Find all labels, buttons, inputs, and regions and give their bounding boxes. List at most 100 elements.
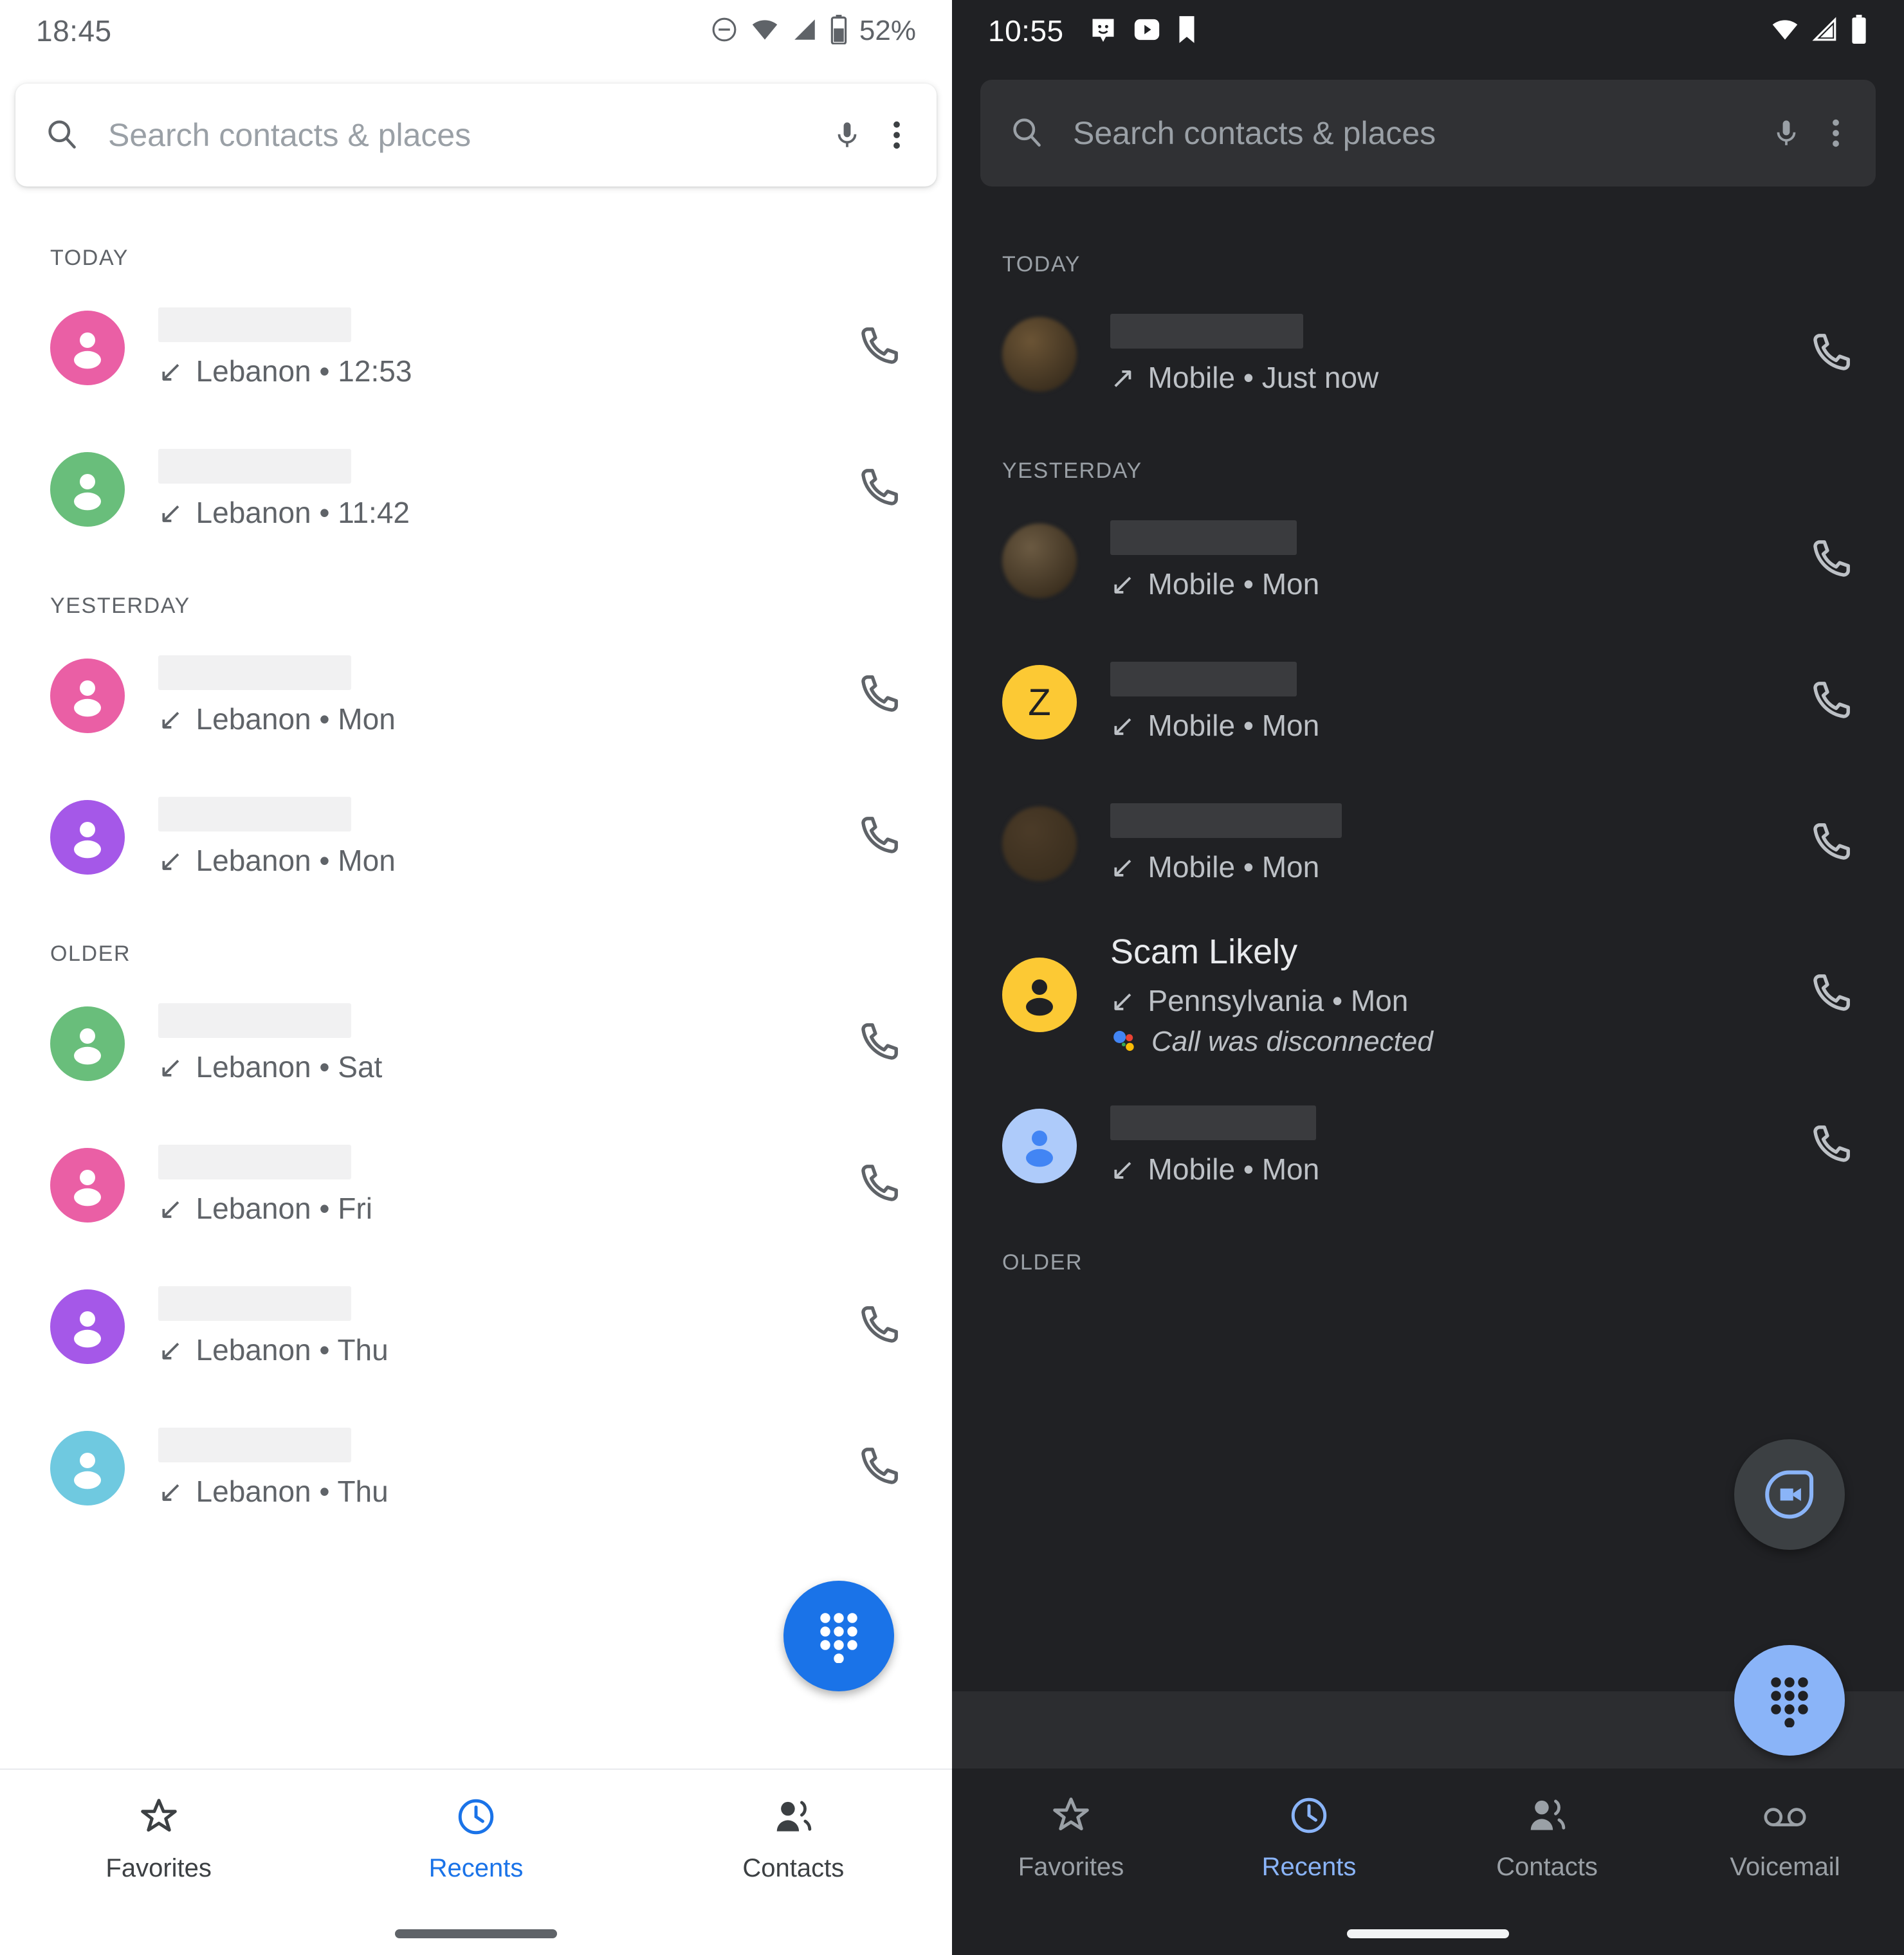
call-phone-icon bbox=[1813, 1125, 1850, 1162]
dialpad-fab[interactable] bbox=[783, 1581, 894, 1691]
signal-icon bbox=[791, 15, 818, 47]
call-log-row[interactable]: ↗ Mobile • Just now bbox=[952, 284, 1904, 425]
call-log-row[interactable]: ↙ Mobile • Mon bbox=[952, 773, 1904, 914]
call-log-row[interactable]: ↙ Lebanon • Sat bbox=[0, 973, 952, 1114]
nav-tab-contacts[interactable]: Contacts bbox=[635, 1796, 952, 1883]
search-input[interactable]: Search contacts & places bbox=[1073, 114, 1748, 152]
call-back-button[interactable] bbox=[844, 453, 913, 526]
incoming-call-arrow-icon: ↙ bbox=[1110, 984, 1135, 1018]
gesture-home-bar bbox=[1347, 1929, 1509, 1938]
call-log-row[interactable]: ↙ Lebanon • 11:42 bbox=[0, 419, 952, 560]
section-header: YESTERDAY bbox=[1002, 459, 1142, 483]
avatar[interactable] bbox=[1002, 1109, 1077, 1183]
call-back-button[interactable] bbox=[844, 1432, 913, 1505]
avatar[interactable] bbox=[50, 800, 125, 875]
call-log-row[interactable]: Scam Likely ↙ Pennsylvania • Mon Call was d… bbox=[952, 914, 1904, 1075]
nav-tab-label: Recents bbox=[1261, 1853, 1357, 1881]
duo-video-call-fab[interactable] bbox=[1734, 1439, 1845, 1550]
battery-icon bbox=[830, 14, 848, 48]
more-vert-icon[interactable] bbox=[885, 117, 908, 153]
avatar[interactable] bbox=[50, 311, 125, 385]
search-bar-light[interactable]: Search contacts & places bbox=[15, 84, 937, 186]
nav-tab-recents[interactable]: Recents bbox=[317, 1796, 634, 1883]
call-back-button[interactable] bbox=[1796, 808, 1865, 880]
call-back-button[interactable] bbox=[844, 312, 913, 385]
wifi-icon bbox=[750, 15, 780, 47]
call-log-row[interactable]: ↙ Lebanon • Thu bbox=[0, 1256, 952, 1397]
call-log-row[interactable]: ↙ Lebanon • Mon bbox=[0, 767, 952, 908]
call-location-time: Mobile • Mon bbox=[1148, 709, 1320, 742]
avatar[interactable] bbox=[1002, 958, 1077, 1032]
bottom-navigation-dark[interactable]: Favorites Recents Contacts Voicemail bbox=[952, 1769, 1904, 1955]
call-log-row[interactable]: Z ↙ Mobile • Mon bbox=[952, 632, 1904, 773]
dialpad-fab[interactable] bbox=[1734, 1645, 1845, 1756]
incoming-call-arrow-icon: ↙ bbox=[1110, 850, 1135, 884]
call-row-body: ↙ Lebanon • Mon bbox=[158, 655, 828, 736]
person-avatar-icon bbox=[74, 1453, 101, 1489]
light-theme-phone-screen: 18:45 52% Search contacts & places TODAY… bbox=[0, 0, 952, 1955]
microphone-icon[interactable] bbox=[1770, 115, 1802, 151]
call-back-button[interactable] bbox=[1796, 666, 1865, 739]
call-back-button[interactable] bbox=[844, 660, 913, 732]
avatar-photo[interactable] bbox=[1002, 806, 1077, 881]
avatar-photo[interactable] bbox=[1002, 523, 1077, 598]
chat-notification-icon bbox=[1088, 15, 1118, 48]
call-back-button[interactable] bbox=[1796, 525, 1865, 597]
person-avatar-icon bbox=[74, 474, 101, 511]
search-bar-dark[interactable]: Search contacts & places bbox=[980, 80, 1876, 186]
call-back-button[interactable] bbox=[1796, 1110, 1865, 1183]
avatar[interactable] bbox=[50, 452, 125, 527]
bottom-navigation-light[interactable]: Favorites Recents Contacts bbox=[0, 1769, 952, 1955]
call-phone-icon bbox=[861, 816, 898, 853]
search-input[interactable]: Search contacts & places bbox=[108, 116, 809, 154]
call-back-button[interactable] bbox=[844, 1008, 913, 1080]
nav-tab-contacts[interactable]: Contacts bbox=[1428, 1794, 1666, 1882]
avatar-photo[interactable] bbox=[1002, 317, 1077, 392]
avatar[interactable] bbox=[50, 659, 125, 733]
call-back-button[interactable] bbox=[1796, 959, 1865, 1032]
call-back-button[interactable] bbox=[844, 1149, 913, 1222]
person-avatar-icon bbox=[74, 1311, 101, 1348]
person-avatar-icon bbox=[74, 332, 101, 369]
call-location-time: Lebanon • Thu bbox=[196, 1475, 389, 1508]
status-bar-dark: 10:55 bbox=[952, 0, 1904, 62]
nav-tab-voicemail[interactable]: Voicemail bbox=[1666, 1794, 1904, 1882]
dnd-icon bbox=[710, 15, 738, 47]
call-log-row[interactable]: ↙ Lebanon • 12:53 bbox=[0, 277, 952, 419]
call-screen-note-text: Call was disconnected bbox=[1151, 1026, 1433, 1058]
nav-tab-label: Contacts bbox=[1496, 1853, 1598, 1881]
nav-tab-favorites[interactable]: Favorites bbox=[0, 1796, 317, 1883]
call-row-body: ↙ Lebanon • Thu bbox=[158, 1286, 828, 1367]
people-icon bbox=[771, 1796, 816, 1841]
recents-call-list-light[interactable]: TODAY ↙ Lebanon • 12:53 ↙ Lebanon • 11:42 YES… bbox=[0, 212, 952, 1955]
call-log-row[interactable]: ↙ Lebanon • Fri bbox=[0, 1114, 952, 1256]
call-back-button[interactable] bbox=[844, 1291, 913, 1363]
avatar[interactable] bbox=[50, 1148, 125, 1223]
call-log-row[interactable]: ↙ Mobile • Mon bbox=[952, 1075, 1904, 1217]
nav-tab-favorites[interactable]: Favorites bbox=[952, 1794, 1190, 1882]
nav-tab-recents[interactable]: Recents bbox=[1190, 1794, 1428, 1882]
microphone-icon[interactable] bbox=[831, 117, 863, 153]
call-phone-icon bbox=[861, 327, 898, 364]
status-icons-right: 52% bbox=[710, 14, 916, 48]
avatar[interactable] bbox=[50, 1006, 125, 1081]
avatar[interactable]: Z bbox=[1002, 665, 1077, 740]
battery-percent-label: 52% bbox=[859, 15, 916, 46]
call-back-button[interactable] bbox=[1796, 318, 1865, 391]
dialpad-icon bbox=[1771, 1677, 1808, 1727]
contact-name-redacted bbox=[158, 1003, 351, 1038]
avatar[interactable] bbox=[50, 1289, 125, 1364]
contact-name-redacted bbox=[1110, 520, 1297, 555]
call-log-row[interactable]: ↙ Mobile • Mon bbox=[952, 490, 1904, 632]
call-location-time: Mobile • Mon bbox=[1148, 1152, 1320, 1186]
contact-name-redacted bbox=[158, 449, 351, 484]
star-icon bbox=[1053, 1797, 1089, 1831]
call-log-row[interactable]: ↙ Lebanon • Mon bbox=[0, 625, 952, 767]
more-vert-icon[interactable] bbox=[1824, 115, 1847, 151]
nav-tab-label: Favorites bbox=[1018, 1853, 1124, 1881]
call-back-button[interactable] bbox=[844, 801, 913, 874]
call-log-row[interactable]: ↙ Lebanon • Thu bbox=[0, 1397, 952, 1539]
avatar-initial: Z bbox=[1028, 681, 1051, 723]
avatar[interactable] bbox=[50, 1431, 125, 1505]
incoming-call-arrow-icon: ↙ bbox=[158, 496, 183, 529]
